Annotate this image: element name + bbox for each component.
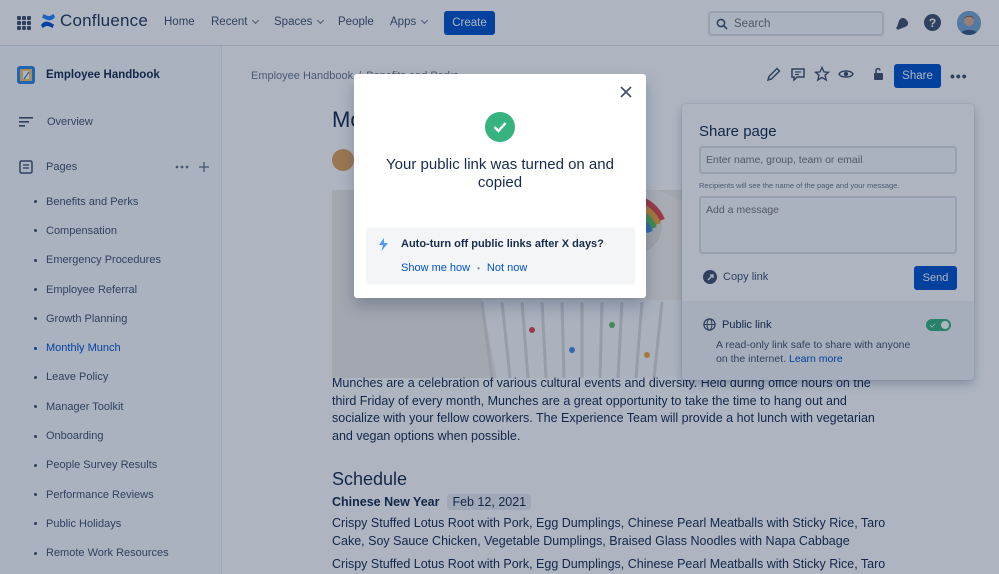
tip-actions: Show me how • Not now — [401, 262, 527, 274]
not-now-link[interactable]: Not now — [487, 262, 527, 274]
close-icon[interactable] — [618, 84, 634, 100]
public-link-modal: Your public link was turned on and copie… — [354, 74, 646, 298]
auto-turn-off-tip: Auto-turn off public links after X days?… — [366, 227, 635, 285]
separator-dot: • — [477, 263, 480, 273]
tip-text: Auto-turn off public links after X days? — [401, 238, 604, 250]
modal-title: Your public link was turned on and copie… — [386, 156, 614, 191]
lightning-icon — [379, 238, 388, 251]
success-check-icon — [485, 112, 515, 142]
show-me-how-link[interactable]: Show me how — [401, 262, 470, 274]
